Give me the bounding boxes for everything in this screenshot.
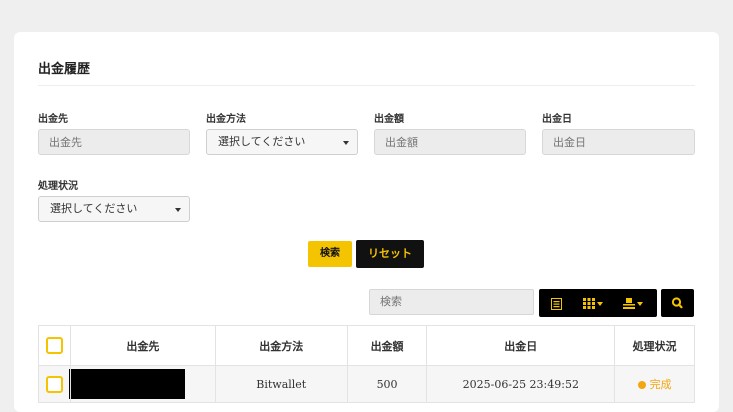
withdrawal-table: 出金先 出金方法 出金額 出金日 処理状況 Bitwallet 500 2025… <box>38 325 695 403</box>
amount-field[interactable] <box>374 129 526 155</box>
method-cell: Bitwallet <box>214 365 348 403</box>
date-field[interactable] <box>542 129 695 155</box>
status-dot-icon <box>637 381 646 389</box>
status-select-value: 選択してください <box>50 202 138 215</box>
date-label: 出金日 <box>542 114 572 125</box>
column-header[interactable]: 出金方法 <box>214 325 348 366</box>
title-divider <box>38 85 695 86</box>
amount-cell: 500 <box>346 365 428 403</box>
row-select-cell <box>38 365 71 403</box>
select-all-cell <box>38 325 71 366</box>
table-header-row: 出金先 出金方法 出金額 出金日 処理状況 <box>38 325 695 366</box>
column-header[interactable]: 出金日 <box>426 325 616 366</box>
withdrawal-history-panel: 出金履歴 出金先 出金方法 出金額 出金日 選択してください 処理状況 選択して… <box>14 32 719 412</box>
method-select[interactable]: 選択してください <box>206 129 358 155</box>
redacted-destination <box>68 369 185 399</box>
destination-label: 出金先 <box>38 114 68 125</box>
columns-icon[interactable] <box>583 289 603 317</box>
chevron-down-icon <box>175 208 181 212</box>
select-all-checkbox[interactable] <box>45 337 63 354</box>
search-button[interactable]: 検索 <box>308 241 352 267</box>
amount-label: 出金額 <box>374 114 404 125</box>
date-cell: 2025-06-25 23:49:52 <box>426 365 616 403</box>
export-icon[interactable] <box>623 289 643 317</box>
destination-field[interactable] <box>38 129 190 155</box>
list-icon[interactable] <box>551 289 562 317</box>
status-cell: 完成 <box>614 365 695 403</box>
destination-cell <box>68 365 216 403</box>
method-label: 出金方法 <box>206 114 246 125</box>
search-icon[interactable] <box>661 289 694 317</box>
row-checkbox[interactable] <box>45 375 63 393</box>
chevron-down-icon <box>343 141 349 145</box>
reset-button[interactable]: リセット <box>356 240 424 268</box>
status-label: 処理状況 <box>38 181 78 192</box>
table-toolbar <box>539 289 657 317</box>
method-select-value: 選択してください <box>218 135 306 148</box>
column-header[interactable]: 出金額 <box>346 325 428 366</box>
status-select[interactable]: 選択してください <box>38 196 190 222</box>
page-title: 出金履歴 <box>38 62 91 77</box>
table-search-input[interactable] <box>369 289 534 315</box>
table-row[interactable]: Bitwallet 500 2025-06-25 23:49:52 完成 <box>38 365 695 403</box>
column-header[interactable]: 処理状況 <box>614 325 695 366</box>
column-header[interactable]: 出金先 <box>69 325 216 366</box>
status-badge: 完成 <box>649 378 672 391</box>
